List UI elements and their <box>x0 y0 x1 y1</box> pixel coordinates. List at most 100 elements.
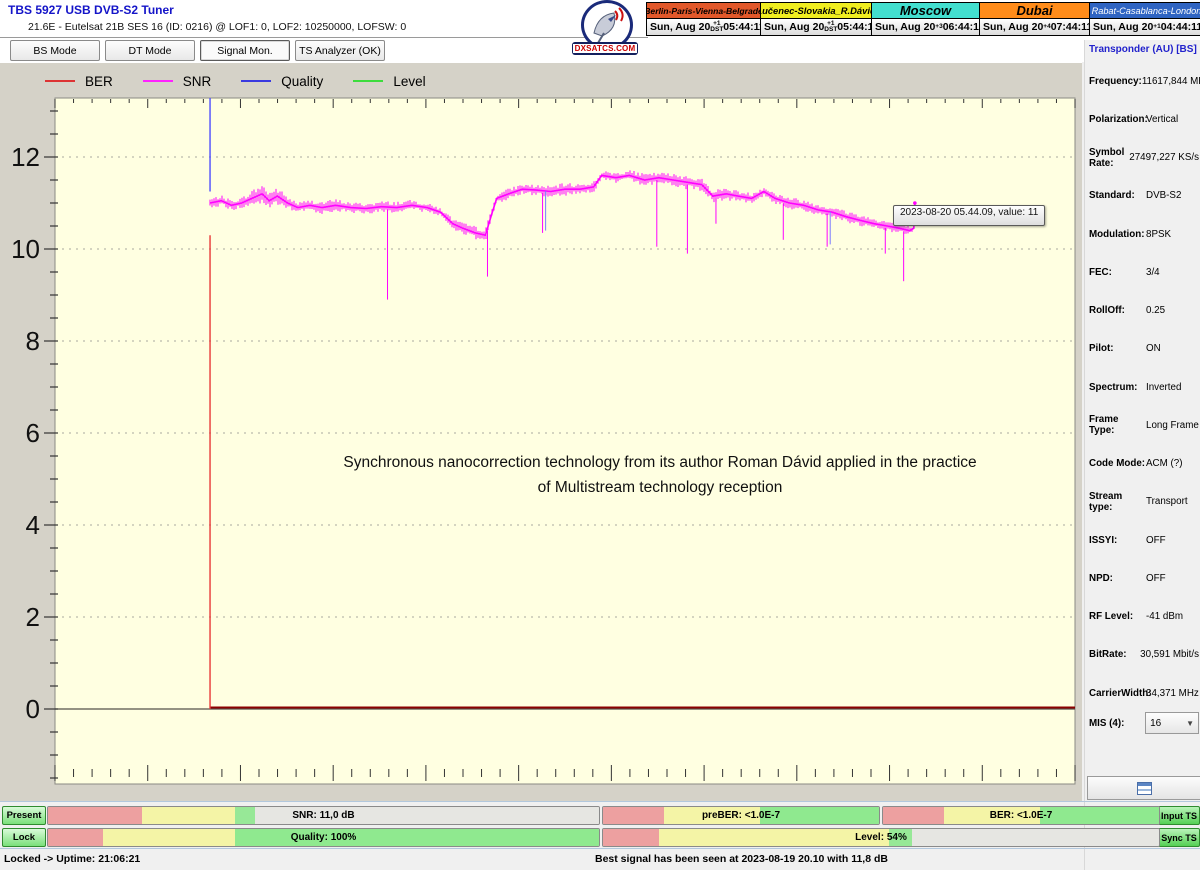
row-value: 3/4 <box>1146 267 1160 278</box>
header-divider <box>0 37 648 38</box>
plot-area <box>55 98 1075 784</box>
clock-time: Sun, Aug 20+407:44:11 <box>980 19 1089 35</box>
row-label: Standard: <box>1089 190 1146 201</box>
mis-row: MIS (4): 16 ▼ <box>1089 712 1199 734</box>
row-label: Stream type: <box>1089 491 1146 513</box>
clock-lu-enec-slovakia-r-d-vid: Lučenec-Slovakia_R.Dávid Sun, Aug 20+1DST… <box>761 2 872 36</box>
transponder-row-stream-type: Stream type:Transport <box>1089 483 1199 521</box>
header: TBS 5927 USB DVB-S2 Tuner 21.6E - Eutels… <box>0 0 1200 62</box>
chart-tooltip: 2023-08-20 05.44.09, value: 11 <box>893 205 1045 226</box>
mis-select[interactable]: 16 ▼ <box>1145 712 1199 734</box>
transponder-row-modulation: Modulation:8PSK <box>1089 215 1199 253</box>
y-tick-label: 0 <box>26 694 40 724</box>
ber-bar-label: BER: <1.0E-7 <box>883 807 1159 824</box>
tab-ts-analyzer-ok[interactable]: TS Analyzer (OK) <box>295 40 385 61</box>
transponder-row-issyi: ISSYI:OFF <box>1089 521 1199 559</box>
row-value: 8PSK <box>1146 229 1171 240</box>
input-ts-indicator[interactable]: Input TS <box>1158 806 1200 825</box>
clock-utc-offset: +1DST <box>824 21 837 33</box>
transponder-row-fec: FEC:3/4 <box>1089 253 1199 291</box>
transponder-row-frequency: Frequency:11617,844 MHz <box>1089 62 1199 100</box>
y-tick-label: 4 <box>26 510 40 540</box>
clock-date: Sun, Aug 20 <box>1093 21 1153 33</box>
row-value: 34,371 MHz <box>1146 688 1199 699</box>
tab-signal-mon[interactable]: Signal Mon. <box>200 40 290 61</box>
transponder-row-code-mode: Code Mode:ACM (?) <box>1089 445 1199 483</box>
transponder-sidebar: Transponder (AU) [BS] Frequency:11617,84… <box>1084 40 1200 870</box>
signal-chart[interactable]: 024681012 <box>0 63 1082 802</box>
row-label: BitRate: <box>1089 649 1140 660</box>
level-bar-label: Level: 54% <box>603 829 1159 846</box>
chevron-down-icon: ▼ <box>1186 719 1194 728</box>
transponder-rows: Frequency:11617,844 MHz Polarization:Vert… <box>1089 62 1199 712</box>
clock-city-label: Dubai <box>980 3 1089 19</box>
row-value: ACM (?) <box>1146 458 1182 469</box>
present-indicator[interactable]: Present <box>2 806 46 825</box>
lock-indicator[interactable]: Lock <box>2 828 46 847</box>
world-clocks: Berlin-Paris-Vienna-BelgradeSun, Aug 20+… <box>646 2 1199 36</box>
clock-date: Sun, Aug 20 <box>650 21 710 33</box>
tab-bs-mode[interactable]: BS Mode <box>10 40 100 61</box>
y-tick-label: 12 <box>11 142 40 172</box>
clock-time: Sun, Aug 20+306:44:11 <box>872 19 979 35</box>
clock-utc-offset: +1DST <box>710 21 723 33</box>
y-tick-label: 2 <box>26 602 40 632</box>
clock-date: Sun, Aug 20 <box>983 21 1043 33</box>
tuner-window: TBS 5927 USB DVB-S2 Tuner 21.6E - Eutels… <box>0 0 1200 870</box>
clock-time: Sun, Aug 20+1DST05:44:11 <box>647 19 760 35</box>
row-label: Pilot: <box>1089 343 1146 354</box>
y-tick-label: 8 <box>26 326 40 356</box>
row-value: -41 dBm <box>1146 611 1183 622</box>
row-value: Vertical <box>1146 114 1178 125</box>
clock-time: Sun, Aug 20+104:44:11 <box>1090 19 1200 35</box>
transponder-row-carrierwidth: CarrierWidth:34,371 MHz <box>1089 674 1199 712</box>
chart-annotation: Synchronous nanocorrection technology fr… <box>280 450 1040 500</box>
row-label: Frequency: <box>1089 76 1142 87</box>
clock-city-label: Moscow <box>872 3 979 19</box>
clock-city-label: Lučenec-Slovakia_R.Dávid <box>761 3 871 19</box>
row-value: OFF <box>1146 535 1166 546</box>
snr-bar: SNR: 11,0 dB <box>47 806 600 825</box>
row-label: Symbol Rate: <box>1089 147 1129 169</box>
transponder-row-frame-type: Frame Type:Long Frame <box>1089 406 1199 444</box>
row-value: 30,591 Mbit/s <box>1140 649 1199 660</box>
clock-hms: 06:44:11 <box>943 21 984 33</box>
row-value: OFF <box>1146 573 1166 584</box>
panel-toggle-button[interactable] <box>1087 776 1200 800</box>
clock-date: Sun, Aug 20 <box>764 21 824 33</box>
mis-value: 16 <box>1150 718 1161 729</box>
clock-berlin-paris-vienna-belgrade: Berlin-Paris-Vienna-BelgradeSun, Aug 20+… <box>647 2 761 36</box>
clock-hms: 04:44:11 <box>1161 21 1200 33</box>
transponder-row-rf-level: RF Level:-41 dBm <box>1089 598 1199 636</box>
sync-ts-indicator[interactable]: Sync TS <box>1158 828 1200 847</box>
transponder-row-npd: NPD:OFF <box>1089 559 1199 597</box>
row-value: 27497,227 KS/s <box>1129 152 1199 163</box>
status-uptime: Locked -> Uptime: 21:06:21 <box>4 853 140 865</box>
clock-city-label: Berlin-Paris-Vienna-Belgrade <box>647 3 760 19</box>
mis-label: MIS (4): <box>1089 718 1137 729</box>
level-bar: Level: 54% <box>602 828 1160 847</box>
transponder-subtitle: 21.6E - Eutelsat 21B SES 16 (ID: 0216) @… <box>28 21 406 33</box>
row-label: Polarization: <box>1089 114 1146 125</box>
quality-bar: Quality: 100% <box>47 828 600 847</box>
row-value: Inverted <box>1146 382 1181 393</box>
annotation-line2: of Multistream technology reception <box>280 475 1040 500</box>
row-value: Long Frame <box>1146 420 1199 431</box>
row-label: ISSYI: <box>1089 535 1146 546</box>
row-value: 0.25 <box>1146 305 1165 316</box>
transponder-row-rolloff: RollOff:0.25 <box>1089 292 1199 330</box>
row-value: Transport <box>1146 496 1188 507</box>
window-panes-icon <box>1137 782 1152 795</box>
dxsatcs-logo: DXSATCS.COM <box>572 0 642 58</box>
row-label: RF Level: <box>1089 611 1146 622</box>
row-value: 11617,844 MHz <box>1142 76 1200 87</box>
tab-dt-mode[interactable]: DT Mode <box>105 40 195 61</box>
clock-rabat-casablanca-london: Rabat-Casablanca-LondonSun, Aug 20+104:4… <box>1090 2 1200 36</box>
preber-bar: preBER: <1.0E-7 <box>602 806 880 825</box>
transponder-row-standard: Standard:DVB-S2 <box>1089 177 1199 215</box>
quality-bar-label: Quality: 100% <box>48 829 599 846</box>
annotation-line1: Synchronous nanocorrection technology fr… <box>280 450 1040 475</box>
clock-utc-offset: +1 <box>1153 24 1160 30</box>
row-label: Spectrum: <box>1089 382 1146 393</box>
status-best-signal: Best signal has been seen at 2023-08-19 … <box>595 853 888 865</box>
